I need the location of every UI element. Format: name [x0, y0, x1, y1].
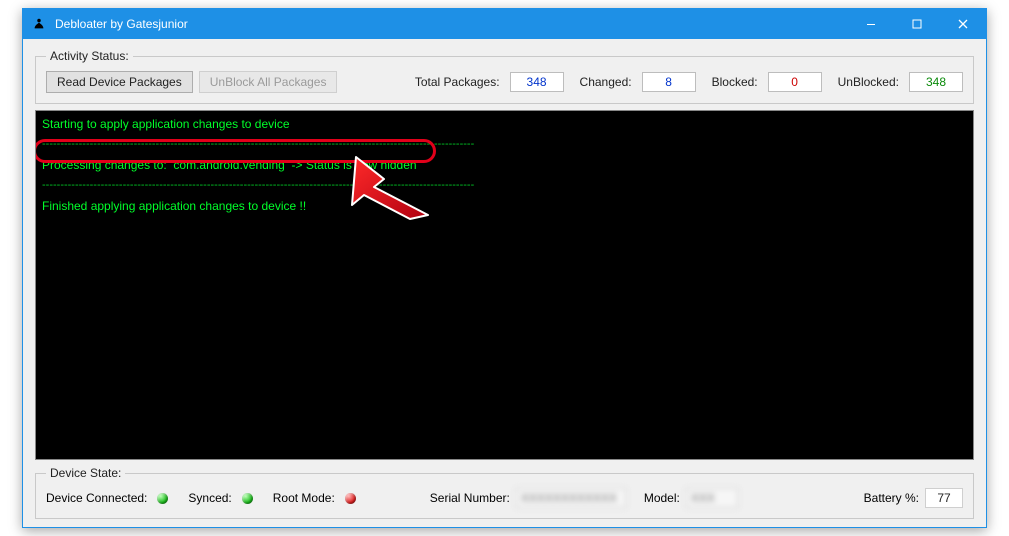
console-line: Starting to apply application changes to…	[42, 115, 967, 134]
console-divider: ----------------------------------------…	[42, 177, 967, 195]
console-divider: ----------------------------------------…	[42, 136, 967, 154]
changed-label: Changed:	[580, 75, 632, 89]
battery-label: Battery %:	[864, 491, 919, 505]
close-button[interactable]	[940, 9, 986, 39]
blocked-value: 0	[768, 72, 822, 92]
synced-indicator-icon	[242, 493, 253, 504]
serial-number-value: XXXXXXXXXXXX	[516, 488, 626, 508]
model-label: Model:	[644, 491, 680, 505]
changed-value: 8	[642, 72, 696, 92]
minimize-button[interactable]	[848, 9, 894, 39]
activity-status-group: Activity Status: Read Device Packages Un…	[35, 49, 974, 104]
serial-number-label: Serial Number:	[430, 491, 510, 505]
console-panel: Starting to apply application changes to…	[35, 110, 974, 460]
console-output[interactable]: Starting to apply application changes to…	[36, 111, 973, 459]
device-state-legend: Device State:	[46, 466, 125, 480]
model-value: XXX	[686, 488, 738, 508]
read-device-packages-button[interactable]: Read Device Packages	[46, 71, 193, 93]
battery-value: 77	[925, 488, 963, 508]
root-mode-label: Root Mode:	[273, 491, 335, 505]
client-area: Activity Status: Read Device Packages Un…	[23, 39, 986, 527]
titlebar[interactable]: Debloater by Gatesjunior	[23, 9, 986, 39]
app-window: Debloater by Gatesjunior Activity Status…	[22, 8, 987, 528]
app-icon	[31, 16, 47, 32]
unblock-all-packages-button: UnBlock All Packages	[199, 71, 338, 93]
blocked-label: Blocked:	[712, 75, 758, 89]
device-connected-indicator-icon	[157, 493, 168, 504]
console-line: Finished applying application changes to…	[42, 197, 967, 216]
total-packages-label: Total Packages:	[415, 75, 500, 89]
console-line: Processing changes to: com.android.vendi…	[42, 156, 967, 175]
activity-status-legend: Activity Status:	[46, 49, 133, 63]
unblocked-label: UnBlocked:	[838, 75, 899, 89]
unblocked-value: 348	[909, 72, 963, 92]
total-packages-value: 348	[510, 72, 564, 92]
window-title: Debloater by Gatesjunior	[55, 17, 848, 31]
device-connected-label: Device Connected:	[46, 491, 147, 505]
maximize-button[interactable]	[894, 9, 940, 39]
synced-label: Synced:	[188, 491, 231, 505]
device-state-group: Device State: Device Connected: Synced: …	[35, 466, 974, 519]
root-mode-indicator-icon	[345, 493, 356, 504]
